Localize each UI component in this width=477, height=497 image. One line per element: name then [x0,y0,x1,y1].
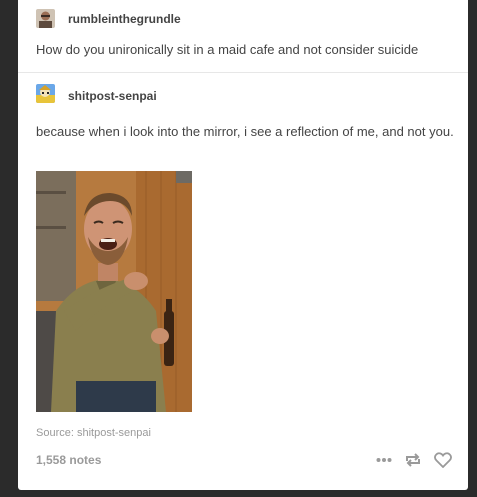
post-text: because when i look into the mirror, i s… [36,124,454,139]
anime-avatar-icon [36,84,55,103]
post-card: rumbleinthegrundle How do you unironical… [18,0,468,490]
more-icon [376,458,392,462]
username[interactable]: rumbleinthegrundle [68,12,181,26]
avatar[interactable] [36,9,55,28]
username[interactable]: shitpost-senpai [68,89,157,103]
user-avatar-icon [36,9,55,28]
post-actions [376,449,452,471]
reblog-icon [406,453,420,467]
notes-count[interactable]: 1,558 notes [36,453,101,467]
post-photo[interactable] [36,171,192,412]
avatar[interactable] [36,84,55,103]
source-link[interactable]: Source: shitpost-senpai [36,427,151,439]
more-button[interactable] [376,457,392,463]
heart-icon [434,452,452,468]
reblog-post: shitpost-senpai because when i look into… [18,73,468,173]
original-post: rumbleinthegrundle How do you unironical… [18,0,468,72]
photo-laughing-man-pointing-icon [36,171,192,412]
post-text: How do you unironically sit in a maid ca… [36,42,419,57]
reblog-button[interactable] [404,452,422,468]
like-button[interactable] [434,452,452,468]
